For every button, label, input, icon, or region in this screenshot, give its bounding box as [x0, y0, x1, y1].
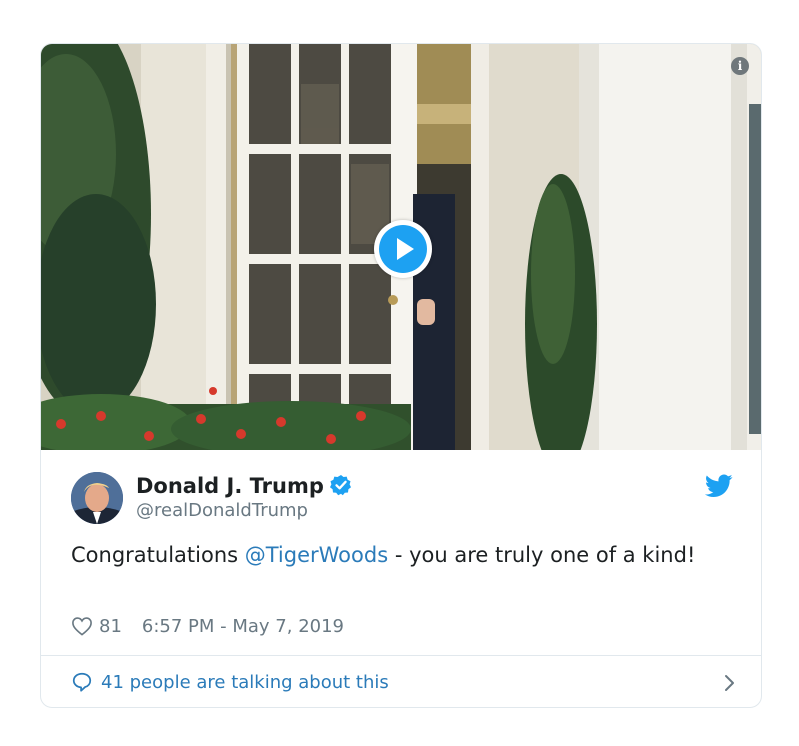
tweet-meta: 81 6:57 PM - May 7, 2019: [71, 613, 344, 639]
tweet-text: Congratulations @TigerWoods - you are tr…: [71, 540, 731, 571]
like-count[interactable]: 81: [99, 616, 122, 637]
info-icon[interactable]: i: [731, 57, 749, 75]
chevron-right-icon: [725, 675, 734, 691]
author-names[interactable]: Donald J. Trump @realDonaldTrump: [136, 472, 352, 522]
tweet-header: Donald J. Trump @realDonaldTrump: [71, 472, 733, 526]
verified-badge-icon: [329, 475, 351, 496]
video-thumbnail[interactable]: i: [41, 44, 761, 450]
mention-link[interactable]: @TigerWoods: [245, 543, 388, 567]
avatar[interactable]: [71, 472, 123, 524]
embedded-tweet-card: i Donald J. Trump @realDonaldTrump Congr…: [40, 43, 762, 708]
display-name-text: Donald J. Trump: [136, 474, 324, 498]
twitter-bird-icon[interactable]: [705, 474, 733, 498]
speech-bubble-icon: [72, 672, 92, 692]
play-button[interactable]: [374, 220, 432, 278]
handle: @realDonaldTrump: [136, 500, 308, 521]
play-icon: [379, 225, 427, 273]
tweet-text-end: - you are truly one of a kind!: [388, 543, 696, 567]
divider: [41, 655, 761, 656]
display-name: Donald J. Trump: [136, 472, 352, 500]
conversation-link[interactable]: 41 people are talking about this: [71, 666, 736, 698]
heart-icon[interactable]: [71, 616, 93, 636]
tweet-text-start: Congratulations: [71, 543, 245, 567]
timestamp[interactable]: 6:57 PM - May 7, 2019: [142, 616, 344, 637]
talking-count-text: 41 people are talking about this: [101, 671, 389, 693]
